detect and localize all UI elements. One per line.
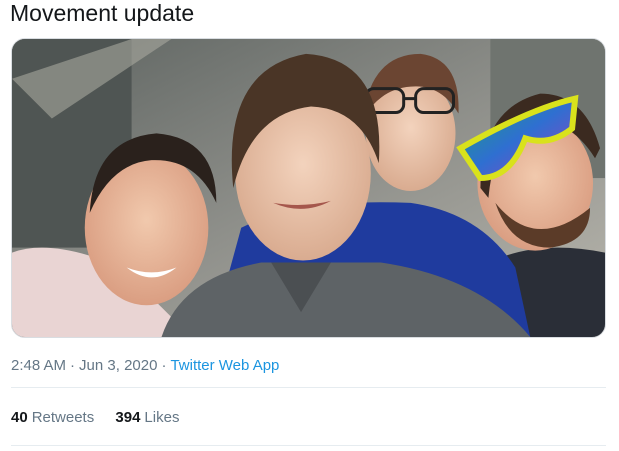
divider — [11, 387, 606, 388]
meta-separator: · — [70, 357, 76, 374]
likes-stat[interactable]: 394 Likes — [115, 408, 179, 428]
divider — [11, 445, 606, 446]
likes-count: 394 — [115, 409, 141, 426]
retweets-count: 40 — [11, 409, 28, 426]
likes-label: Likes — [144, 409, 180, 426]
tweet-text: Movement update — [10, 0, 195, 26]
tweet-stats: 40 Retweets 394 Likes — [11, 408, 179, 428]
retweets-stat[interactable]: 40 Retweets — [11, 408, 94, 428]
tweet-date[interactable]: Jun 3, 2020 — [79, 357, 157, 374]
tweet-time[interactable]: 2:48 AM — [11, 357, 66, 374]
tweet-photo[interactable] — [11, 38, 606, 338]
retweets-label: Retweets — [31, 409, 95, 426]
group-selfie-image — [12, 39, 605, 337]
tweet-meta: 2:48 AM · Jun 3, 2020 · Twitter Web App — [11, 356, 279, 376]
tweet-source-link[interactable]: Twitter Web App — [170, 357, 279, 374]
meta-separator: · — [161, 357, 167, 374]
